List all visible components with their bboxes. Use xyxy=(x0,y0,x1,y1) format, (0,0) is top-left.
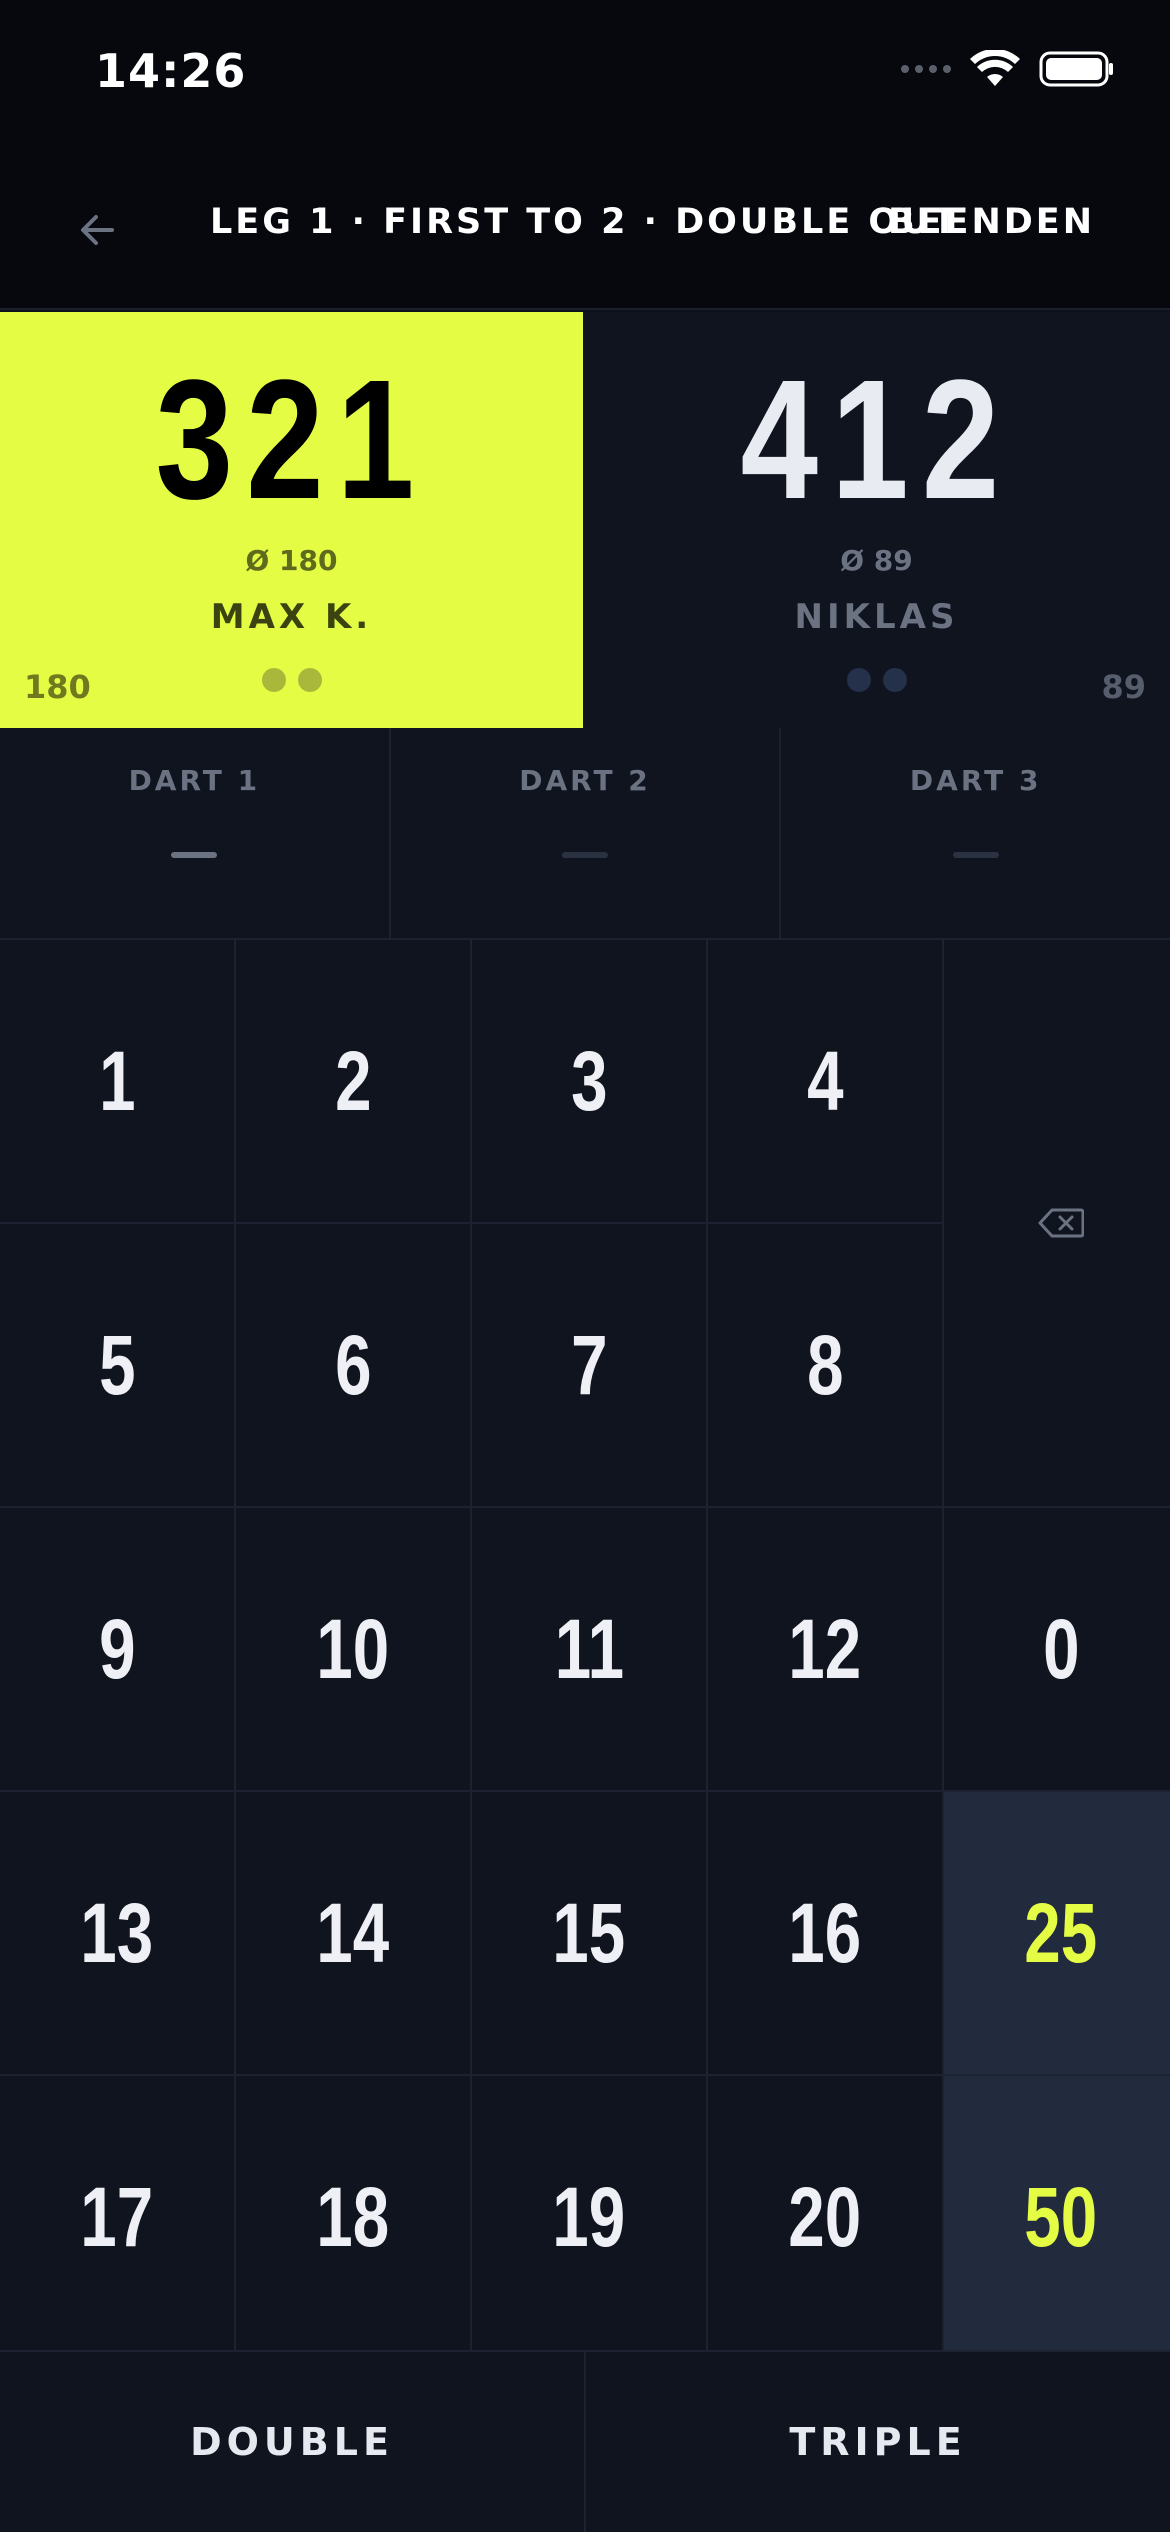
status-bar: 14:26 xyxy=(0,0,1170,150)
key-5[interactable]: 5 xyxy=(0,1224,234,1506)
dart-label: DART 2 xyxy=(519,764,651,797)
backspace-button[interactable] xyxy=(944,940,1170,1506)
key-3[interactable]: 3 xyxy=(472,940,706,1222)
last-throw: 180 xyxy=(24,668,91,706)
key-11[interactable]: 11 xyxy=(472,1508,706,1790)
leg-dot xyxy=(846,668,871,692)
dart-slots: DART 1 DART 2 DART 3 xyxy=(0,728,1170,940)
key-bullseye-50[interactable]: 50 xyxy=(944,2076,1170,2358)
backspace-icon xyxy=(1038,1208,1084,1238)
back-button[interactable] xyxy=(70,200,130,260)
status-icons xyxy=(901,50,1115,88)
key-1[interactable]: 1 xyxy=(0,940,234,1222)
nav-bar: LEG 1 · FIRST TO 2 · DOUBLE OUT BEENDEN xyxy=(0,150,1170,310)
key-14[interactable]: 14 xyxy=(236,1792,470,2074)
key-2[interactable]: 2 xyxy=(236,940,470,1222)
key-12[interactable]: 12 xyxy=(708,1508,942,1790)
status-time: 14:26 xyxy=(95,44,247,98)
dart-empty-value xyxy=(562,852,608,858)
score-keypad: 1 2 3 4 5 6 7 8 9 10 11 12 0 13 14 15 16… xyxy=(0,940,1170,2358)
end-match-button[interactable]: BEENDEN xyxy=(888,202,1095,242)
player-panel-2: 412 Ø 89 NIKLAS 89 xyxy=(583,312,1170,728)
leg-dot xyxy=(261,668,286,692)
leg-dot xyxy=(297,668,322,692)
triple-button[interactable]: TRIPLE xyxy=(586,2352,1170,2532)
key-16[interactable]: 16 xyxy=(708,1792,942,2074)
dart-slot-1[interactable]: DART 1 xyxy=(0,728,391,938)
dart-slot-2[interactable]: DART 2 xyxy=(391,728,782,938)
last-throw: 89 xyxy=(1101,668,1146,706)
scoreboard: 321 Ø 180 MAX K. 180 412 Ø 89 NIKLAS 89 xyxy=(0,312,1170,728)
player-average: Ø 180 xyxy=(245,544,338,577)
key-17[interactable]: 17 xyxy=(0,2076,234,2358)
leg-dot xyxy=(882,668,907,692)
battery-icon xyxy=(1039,51,1113,87)
player-name: NIKLAS xyxy=(794,597,959,637)
key-18[interactable]: 18 xyxy=(236,2076,470,2358)
wifi-icon xyxy=(970,50,1020,86)
key-9[interactable]: 9 xyxy=(0,1508,234,1790)
match-title: LEG 1 · FIRST TO 2 · DOUBLE OUT xyxy=(210,202,960,242)
key-0[interactable]: 0 xyxy=(944,1508,1170,1790)
key-6[interactable]: 6 xyxy=(236,1224,470,1506)
leg-indicator xyxy=(583,668,1170,692)
player-score: 412 xyxy=(740,345,1013,535)
modifier-bar: DOUBLE TRIPLE xyxy=(0,2350,1170,2532)
key-10[interactable]: 10 xyxy=(236,1508,470,1790)
player-score: 321 xyxy=(155,345,428,535)
key-13[interactable]: 13 xyxy=(0,1792,234,2074)
dart-label: DART 1 xyxy=(128,764,261,797)
key-15[interactable]: 15 xyxy=(472,1792,706,2074)
key-7[interactable]: 7 xyxy=(472,1224,706,1506)
key-20[interactable]: 20 xyxy=(708,2076,942,2358)
player-name: MAX K. xyxy=(210,597,373,637)
key-bull-25[interactable]: 25 xyxy=(944,1792,1170,2074)
arrow-left-icon xyxy=(81,215,114,245)
cellular-signal-icon xyxy=(901,65,951,73)
player-panel-1: 321 Ø 180 MAX K. 180 xyxy=(0,312,583,728)
dart-slot-3[interactable]: DART 3 xyxy=(781,728,1170,938)
key-19[interactable]: 19 xyxy=(472,2076,706,2358)
dart-label: DART 3 xyxy=(909,764,1042,797)
key-8[interactable]: 8 xyxy=(708,1224,942,1506)
key-4[interactable]: 4 xyxy=(708,940,942,1222)
dart-empty-value xyxy=(171,852,218,858)
double-button[interactable]: DOUBLE xyxy=(0,2352,586,2532)
dart-empty-value xyxy=(952,852,999,858)
player-average: Ø 89 xyxy=(840,544,913,577)
